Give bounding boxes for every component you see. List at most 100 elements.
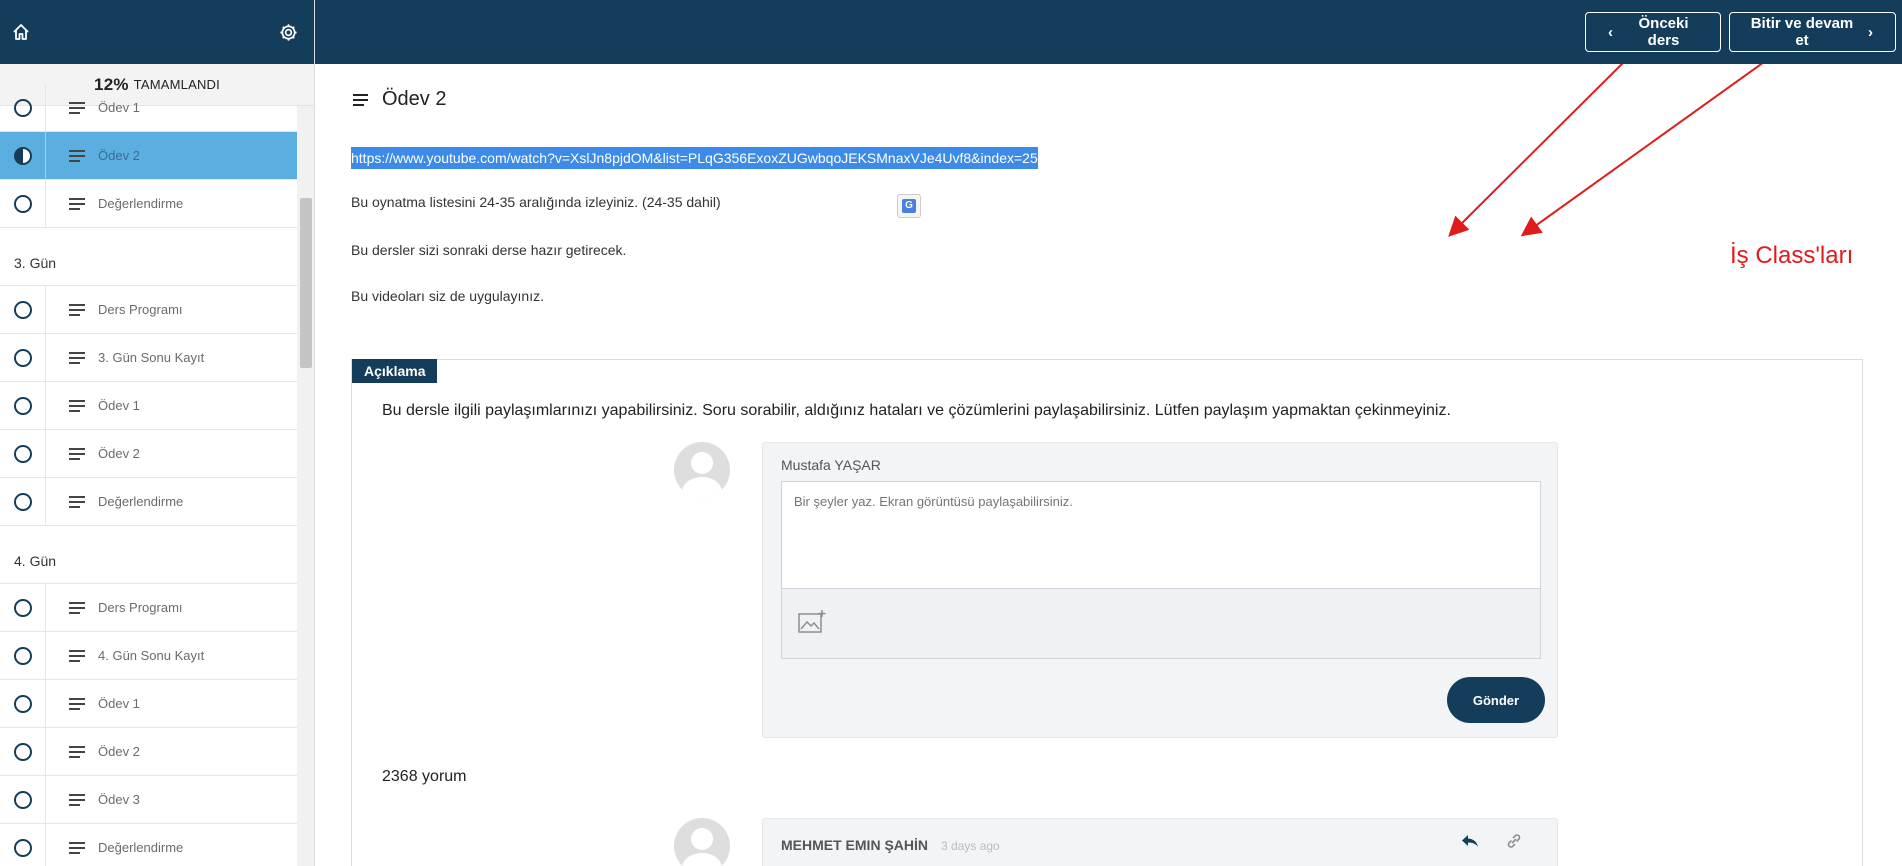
text-lesson-icon bbox=[56, 149, 98, 162]
comment-form: Mustafa YAŞAR Gönder bbox=[762, 442, 1558, 738]
text-lesson-icon bbox=[56, 841, 98, 854]
circle-icon bbox=[13, 790, 32, 809]
lesson-label: Ödev 2 bbox=[98, 148, 140, 163]
text-lesson-icon bbox=[56, 745, 98, 758]
status-icon bbox=[0, 728, 46, 775]
lesson-list: Ödev 1 Ödev 2 Değerlendirme 3. Gün Ders Prog… bbox=[0, 84, 297, 866]
status-icon bbox=[0, 478, 46, 525]
text-lesson-icon bbox=[56, 649, 98, 662]
sidebar-scrollbar[interactable] bbox=[297, 106, 314, 866]
text-lesson-icon bbox=[56, 399, 98, 412]
reply-icon[interactable] bbox=[1461, 833, 1479, 854]
home-icon[interactable] bbox=[12, 23, 30, 41]
annotation-text: İş Class'ları bbox=[1730, 242, 1854, 269]
finish-continue-label: Bitir ve devam et bbox=[1750, 15, 1854, 49]
sidebar-lesson-item[interactable]: Ödev 2 bbox=[0, 132, 297, 180]
status-icon bbox=[0, 430, 46, 477]
text-lesson-icon bbox=[56, 697, 98, 710]
sidebar-lesson-item[interactable]: Ders Programı bbox=[0, 286, 297, 334]
section-header: 3. Gün bbox=[0, 228, 297, 286]
lesson-label: Ödev 2 bbox=[98, 446, 140, 461]
status-icon bbox=[0, 584, 46, 631]
circle-icon bbox=[13, 300, 32, 319]
circle-icon bbox=[13, 396, 32, 415]
sidebar-lesson-item[interactable]: Değerlendirme bbox=[0, 478, 297, 526]
status-icon bbox=[0, 334, 46, 381]
link-icon[interactable] bbox=[1506, 833, 1522, 854]
status-icon bbox=[0, 84, 46, 131]
chevron-right-icon: › bbox=[1868, 23, 1873, 41]
send-button[interactable]: Gönder bbox=[1447, 677, 1545, 723]
lesson-label: Değerlendirme bbox=[98, 494, 184, 509]
circle-icon bbox=[13, 742, 32, 761]
lesson-label: Ders Programı bbox=[98, 302, 183, 317]
text-lesson-icon bbox=[56, 351, 98, 364]
lesson-label: Değerlendirme bbox=[98, 196, 184, 211]
discussion-description: Bu dersle ilgili paylaşımlarınızı yapabi… bbox=[382, 402, 1451, 419]
sidebar-lesson-item[interactable]: Ders Programı bbox=[0, 584, 297, 632]
circle-icon bbox=[13, 194, 32, 213]
translate-icon[interactable]: G bbox=[897, 194, 921, 218]
lesson-label: Ödev 3 bbox=[98, 792, 140, 807]
previous-lesson-label: Önceki ders bbox=[1638, 15, 1689, 49]
current-user-name: Mustafa YAŞAR bbox=[781, 457, 881, 473]
text-lesson-icon bbox=[56, 601, 98, 614]
lesson-label: Ödev 2 bbox=[98, 744, 140, 759]
scrollbar-thumb[interactable] bbox=[300, 198, 312, 368]
circle-icon bbox=[13, 98, 32, 117]
lesson-label: 3. Gün Sonu Kayıt bbox=[98, 350, 205, 365]
status-icon bbox=[0, 286, 46, 333]
circle-icon bbox=[13, 348, 32, 367]
text-lesson-icon bbox=[56, 447, 98, 460]
status-icon bbox=[0, 824, 46, 866]
status-icon bbox=[0, 180, 46, 227]
previous-lesson-button[interactable]: ‹ Önceki ders bbox=[1585, 12, 1721, 52]
text-lesson-icon bbox=[353, 93, 368, 106]
text-lesson-icon bbox=[56, 793, 98, 806]
sidebar-lesson-item[interactable]: Değerlendirme bbox=[0, 824, 297, 866]
chevron-left-icon: ‹ bbox=[1608, 23, 1613, 41]
lesson-label: Ders Programı bbox=[98, 600, 183, 615]
sidebar-lesson-item[interactable]: Ödev 3 bbox=[0, 776, 297, 824]
circle-icon bbox=[13, 492, 32, 511]
course-sidebar: 12% TAMAMLANDI Ödev 1 Ödev 2 Değerlendirme… bbox=[0, 0, 315, 866]
comment-count: 2368 yorum bbox=[382, 768, 467, 785]
comment-author: MEHMET EMIN ŞAHİN bbox=[781, 837, 928, 853]
add-image-icon[interactable] bbox=[798, 609, 826, 640]
sidebar-lesson-item[interactable]: 4. Gün Sonu Kayıt bbox=[0, 632, 297, 680]
circle-icon bbox=[13, 838, 32, 857]
discussion-box: Açıklama Bu dersle ilgili paylaşımlarını… bbox=[351, 359, 1863, 866]
text-lesson-icon bbox=[56, 495, 98, 508]
section-header: 4. Gün bbox=[0, 526, 297, 584]
discussion-tag: Açıklama bbox=[352, 359, 438, 383]
status-icon bbox=[0, 632, 46, 679]
gear-icon[interactable] bbox=[279, 23, 298, 42]
lesson-paragraph: Bu oynatma listesini 24-35 aralığında iz… bbox=[351, 194, 721, 210]
lesson-label: Değerlendirme bbox=[98, 840, 184, 855]
finish-continue-button[interactable]: Bitir ve devam et › bbox=[1729, 12, 1896, 52]
playlist-link[interactable]: https://www.youtube.com/watch?v=XslJn8pj… bbox=[351, 147, 1038, 169]
half-circle-icon bbox=[13, 146, 32, 165]
sidebar-header bbox=[0, 0, 314, 64]
lesson-label: Ödev 1 bbox=[98, 696, 140, 711]
avatar bbox=[674, 442, 730, 498]
sidebar-lesson-item[interactable]: Ödev 2 bbox=[0, 728, 297, 776]
circle-icon bbox=[13, 694, 32, 713]
lesson-title: Ödev 2 bbox=[382, 88, 447, 110]
comment-timestamp: 3 days ago bbox=[941, 839, 1000, 853]
comment-input[interactable] bbox=[781, 481, 1541, 589]
sidebar-lesson-item[interactable]: 3. Gün Sonu Kayıt bbox=[0, 334, 297, 382]
text-lesson-icon bbox=[56, 101, 98, 114]
status-icon bbox=[0, 776, 46, 823]
sidebar-lesson-item[interactable]: Değerlendirme bbox=[0, 180, 297, 228]
lesson-paragraph: Bu dersler sizi sonraki derse hazır geti… bbox=[351, 242, 627, 258]
sidebar-lesson-item[interactable]: Ödev 1 bbox=[0, 382, 297, 430]
text-lesson-icon bbox=[56, 303, 98, 316]
sidebar-lesson-item[interactable]: Ödev 2 bbox=[0, 430, 297, 478]
sidebar-lesson-item[interactable]: Ödev 1 bbox=[0, 680, 297, 728]
top-bar: ‹ Önceki ders Bitir ve devam et › bbox=[315, 0, 1902, 64]
status-icon bbox=[0, 680, 46, 727]
lesson-content: Ödev 2 https://www.youtube.com/watch?v=X… bbox=[315, 64, 1902, 866]
sidebar-lesson-item[interactable]: Ödev 1 bbox=[0, 84, 297, 132]
circle-icon bbox=[13, 444, 32, 463]
